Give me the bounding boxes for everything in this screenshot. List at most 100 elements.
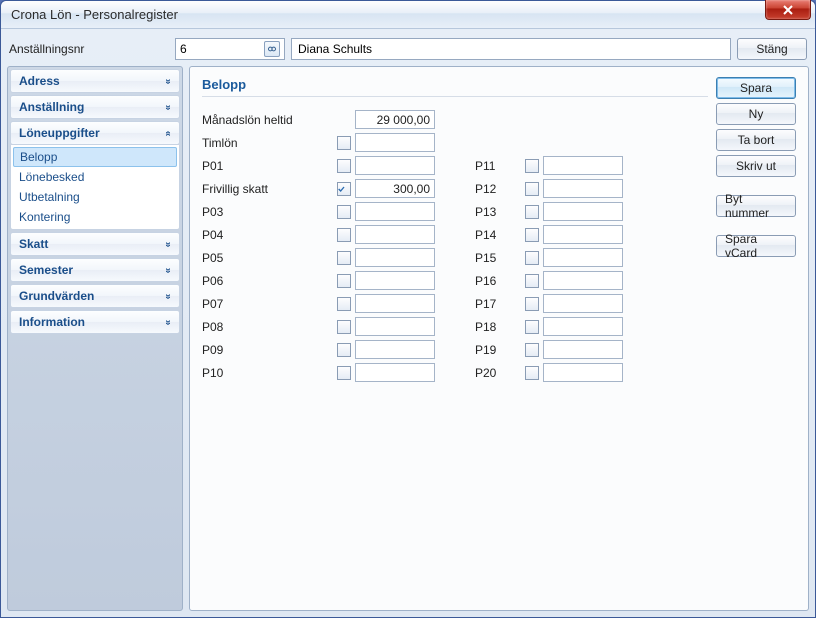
sidebar-section-löneuppgifter[interactable]: Löneuppgifter« [10,121,180,145]
left-2-label: Frivillig skatt [202,182,337,196]
left-0-label: Timlön [202,136,337,150]
binoculars-icon [267,44,277,54]
left-1-label: P01 [202,159,337,173]
left-4-input[interactable] [355,225,435,244]
form-panel: Belopp Månadslön heltid TimlönP01Frivill… [189,66,809,611]
sidebar-item-utbetalning[interactable]: Utbetalning [11,187,179,207]
left-9-input[interactable] [355,340,435,359]
right-6-checkbox[interactable] [525,297,539,311]
left-9-checkbox[interactable] [337,343,351,357]
right-0-checkbox[interactable] [525,159,539,173]
left-5-input[interactable] [355,248,435,267]
new-button[interactable]: Ny [716,103,796,125]
left-7-checkbox[interactable] [337,297,351,311]
right-5-checkbox[interactable] [525,274,539,288]
left-4-checkbox[interactable] [337,228,351,242]
print-button[interactable]: Skriv ut [716,155,796,177]
row-monthly-salary: Månadslön heltid [202,109,708,130]
left-10-row: P10 [202,362,435,383]
right-8-input[interactable] [543,340,623,359]
right-9-input[interactable] [543,363,623,382]
right-5-input[interactable] [543,271,623,290]
left-8-checkbox[interactable] [337,320,351,334]
left-2-input[interactable] [355,179,435,198]
chevron-down-icon: » [163,267,174,273]
right-7-label: P18 [475,320,525,334]
save-button[interactable]: Spara [716,77,796,99]
right-4-input[interactable] [543,248,623,267]
sidebar-section-information[interactable]: Information» [10,310,180,334]
right-1-input[interactable] [543,179,623,198]
right-1-checkbox[interactable] [525,182,539,196]
chevron-up-icon: « [163,130,174,136]
left-1-input[interactable] [355,156,435,175]
right-7-checkbox[interactable] [525,320,539,334]
left-1-row: P01 [202,155,435,176]
right-2-checkbox[interactable] [525,205,539,219]
right-4-checkbox[interactable] [525,251,539,265]
left-4-label: P04 [202,228,337,242]
titlebar: Crona Lön - Personalregister [1,1,815,29]
left-6-input[interactable] [355,271,435,290]
left-0-checkbox[interactable] [337,136,351,150]
sidebar-item-belopp[interactable]: Belopp [13,147,177,167]
right-3-checkbox[interactable] [525,228,539,242]
window-close-button[interactable] [765,0,811,20]
left-1-checkbox[interactable] [337,159,351,173]
right-6-row: P17 [475,293,623,314]
right-5-label: P16 [475,274,525,288]
sidebar-subsection: BeloppLönebeskedUtbetalningKontering [10,145,180,230]
left-5-checkbox[interactable] [337,251,351,265]
right-2-input[interactable] [543,202,623,221]
left-0-input[interactable] [355,133,435,152]
left-3-checkbox[interactable] [337,205,351,219]
right-0-row: P11 [475,155,623,176]
close-icon [783,5,793,15]
sidebar-section-adress[interactable]: Adress» [10,69,180,93]
delete-button[interactable]: Ta bort [716,129,796,151]
close-button[interactable]: Stäng [737,38,807,60]
app-window: Crona Lön - Personalregister Anställning… [0,0,816,618]
left-6-checkbox[interactable] [337,274,351,288]
left-9-label: P09 [202,343,337,357]
toolbar: Anställningsnr 6 Diana Schults Stäng [7,35,809,66]
employee-id-field[interactable]: 6 [175,38,285,60]
sidebar-item-lönebesked[interactable]: Lönebesked [11,167,179,187]
right-6-input[interactable] [543,294,623,313]
sidebar-item-kontering[interactable]: Kontering [11,207,179,227]
form-columns: TimlönP01Frivillig skattP03P04P05P06P07P… [202,132,708,385]
left-10-input[interactable] [355,363,435,382]
right-3-input[interactable] [543,225,623,244]
save-vcard-button[interactable]: Spara vCard [716,235,796,257]
sidebar-section-grundvärden[interactable]: Grundvärden» [10,284,180,308]
sidebar-section-skatt[interactable]: Skatt» [10,232,180,256]
monthly-salary-input[interactable] [355,110,435,129]
check-icon [338,184,345,194]
employee-name-value: Diana Schults [298,42,372,56]
right-3-row: P14 [475,224,623,245]
right-1-row: P12 [475,178,623,199]
lookup-button[interactable] [264,41,280,57]
monthly-salary-label: Månadslön heltid [202,113,337,127]
sidebar-section-anställning[interactable]: Anställning» [10,95,180,119]
sidebar-section-semester[interactable]: Semester» [10,258,180,282]
sidebar-section-label: Anställning [19,100,84,114]
right-9-checkbox[interactable] [525,366,539,380]
window-title: Crona Lön - Personalregister [11,7,178,22]
left-8-input[interactable] [355,317,435,336]
left-7-input[interactable] [355,294,435,313]
right-7-input[interactable] [543,317,623,336]
main-area: Adress»Anställning»Löneuppgifter«BeloppL… [7,66,809,611]
left-0-row: Timlön [202,132,435,153]
form-column-right: P11P12P13P14P15P16P17P18P19P20 [475,132,623,385]
change-number-button[interactable]: Byt nummer [716,195,796,217]
left-2-checkbox[interactable] [337,182,351,196]
employee-name-field[interactable]: Diana Schults [291,38,731,60]
left-3-input[interactable] [355,202,435,221]
left-4-row: P04 [202,224,435,245]
left-10-checkbox[interactable] [337,366,351,380]
right-0-input[interactable] [543,156,623,175]
right-2-label: P13 [475,205,525,219]
right-8-checkbox[interactable] [525,343,539,357]
left-7-label: P07 [202,297,337,311]
